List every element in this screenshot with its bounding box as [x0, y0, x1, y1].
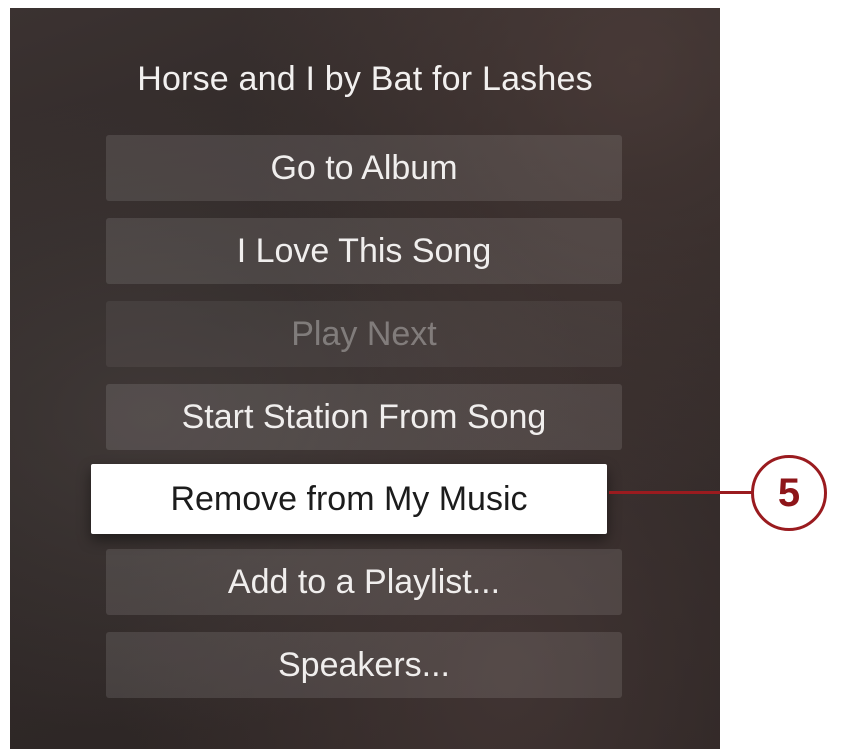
- go-to-album-button[interactable]: Go to Album: [106, 135, 622, 201]
- screenshot-stage: Horse and I by Bat for Lashes Go to Albu…: [0, 0, 845, 749]
- callout-step-badge: 5: [751, 455, 827, 531]
- callout-line: [609, 491, 753, 494]
- speakers-button[interactable]: Speakers...: [106, 632, 622, 698]
- start-station-button[interactable]: Start Station From Song: [106, 384, 622, 450]
- song-context-menu: Horse and I by Bat for Lashes Go to Albu…: [10, 8, 720, 749]
- add-to-playlist-button[interactable]: Add to a Playlist...: [106, 549, 622, 615]
- love-this-song-button[interactable]: I Love This Song: [106, 218, 622, 284]
- remove-from-my-music-button[interactable]: Remove from My Music: [91, 464, 607, 534]
- play-next-button[interactable]: Play Next: [106, 301, 622, 367]
- menu-title: Horse and I by Bat for Lashes: [137, 60, 593, 98]
